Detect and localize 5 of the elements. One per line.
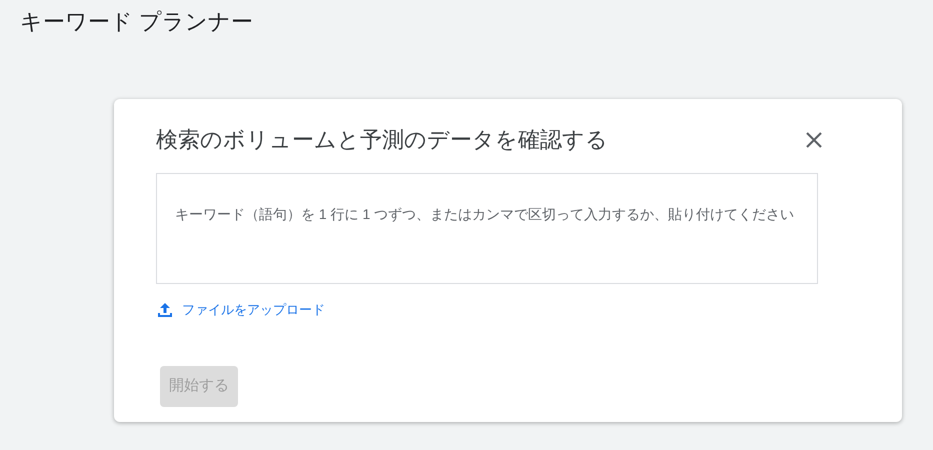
page-title: キーワード プランナー <box>20 8 254 36</box>
upload-link[interactable]: ファイルをアップロード <box>156 300 325 320</box>
keywords-field[interactable]: キーワード（語句）を 1 行に 1 つずつ、またはカンマで区切って入力するか、貼り付けてください <box>156 173 818 284</box>
dialog-title: 検索のボリュームと予測のデータを確認する <box>156 126 608 154</box>
upload-icon <box>156 300 174 319</box>
